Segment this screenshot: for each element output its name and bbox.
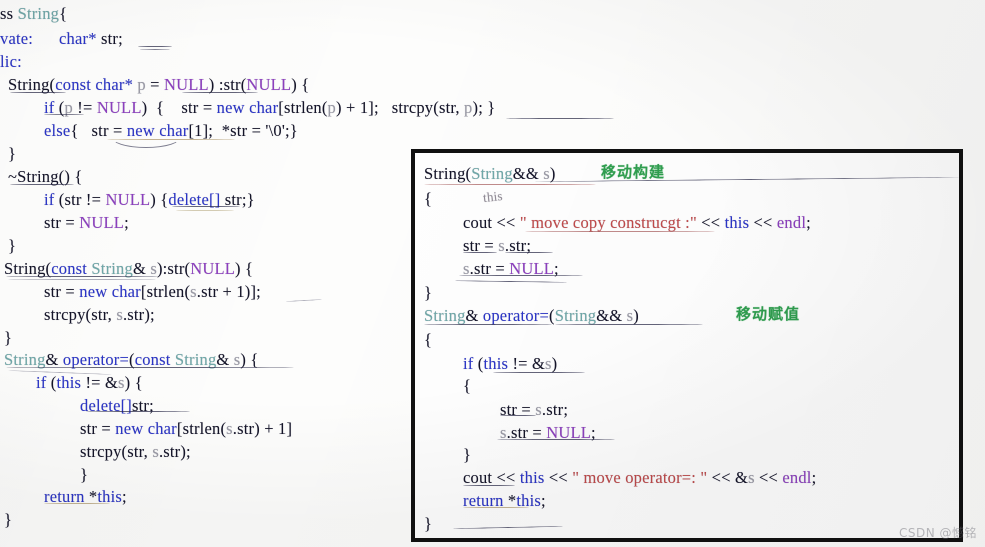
code-line-brace-4: } — [80, 465, 89, 484]
code-line-panel-brace-4: { — [463, 376, 472, 395]
code-line-move-null-1: s.str = NULL; — [463, 259, 559, 278]
csdn-watermark: CSDN @憾铭 — [898, 526, 977, 540]
code-line-default-ctor: String(const char* p = NULL) :str(NULL) … — [8, 75, 310, 94]
code-line-copy-ctor: String(const String& s):str(NULL) { — [4, 259, 254, 278]
code-line-move-assign: String& operator=(String&& s) — [424, 306, 639, 325]
annotation-move-construction: 移动构建 — [601, 163, 666, 181]
code-line-panel-brace-5: } — [463, 445, 472, 464]
code-line-dtor: ~String() { — [8, 167, 83, 186]
code-line-assign-strcpy: strcpy(str, s.str); — [80, 442, 191, 461]
handwritten-this-note: this — [482, 188, 504, 205]
code-line-delete: delete[]str; — [80, 396, 154, 415]
code-line-copy-alloc: str = new char[strlen(s.str + 1)]; — [44, 282, 261, 301]
code-line-panel-brace-3: { — [424, 330, 433, 349]
code-line-dtor-if: if (str != NULL) {delete[] str;} — [44, 190, 255, 209]
code-line-copy-assign: String& operator=(const String& s) { — [4, 350, 259, 369]
code-line-brace-1: } — [8, 144, 17, 163]
code-line-move-steal-1: str = s.str; — [463, 236, 532, 255]
code-line-private-member: vate: char* str; — [0, 29, 123, 48]
code-line-panel-brace-2: } — [424, 283, 433, 302]
code-line-move-ctor: String(String&& s) — [424, 164, 556, 183]
code-line-move-null-2: s.str = NULL; — [500, 423, 596, 442]
code-line-return-left: return *this; — [44, 487, 127, 506]
code-line-brace-2: } — [8, 236, 17, 255]
code-line-panel-self-check: if (this != &s) — [463, 354, 558, 373]
code-line-cout-move-ctor: cout << " move copy construcgt :" << thi… — [463, 213, 811, 232]
code-line-copy-strcpy: strcpy(str, s.str); — [44, 305, 155, 324]
code-line-self-check-left: if (this != &s) { — [36, 373, 143, 392]
code-line-ctor-else: else{ str = new char[1]; *str = '\0';} — [44, 121, 298, 140]
code-line-panel-brace-1: { — [424, 189, 433, 208]
code-line-panel-brace-6: } — [424, 514, 433, 533]
code-line-class-decl: ss String{ — [0, 4, 68, 23]
code-line-panel-return: return *this; — [463, 491, 546, 510]
move-semantics-panel: String(String&& s) { cout << " move copy… — [411, 149, 963, 542]
slide-canvas: ss String{ vate: char* str; lic: String(… — [0, 0, 985, 547]
code-line-brace-3: } — [4, 328, 13, 347]
code-line-dtor-null: str = NULL; — [44, 213, 129, 232]
code-line-cout-move-assign: cout << this << " move operator=: " << &… — [463, 468, 817, 487]
code-line-move-steal-2: str = s.str; — [500, 400, 569, 419]
annotation-move-assignment: 移动赋值 — [736, 305, 801, 323]
code-line-brace-5: } — [4, 510, 13, 529]
code-line-public-label: lic: — [0, 52, 22, 71]
code-line-realloc: str = new char[strlen(s.str) + 1] — [80, 419, 293, 438]
code-line-ctor-if: if (p != NULL) { str = new char[strlen(p… — [44, 98, 496, 117]
